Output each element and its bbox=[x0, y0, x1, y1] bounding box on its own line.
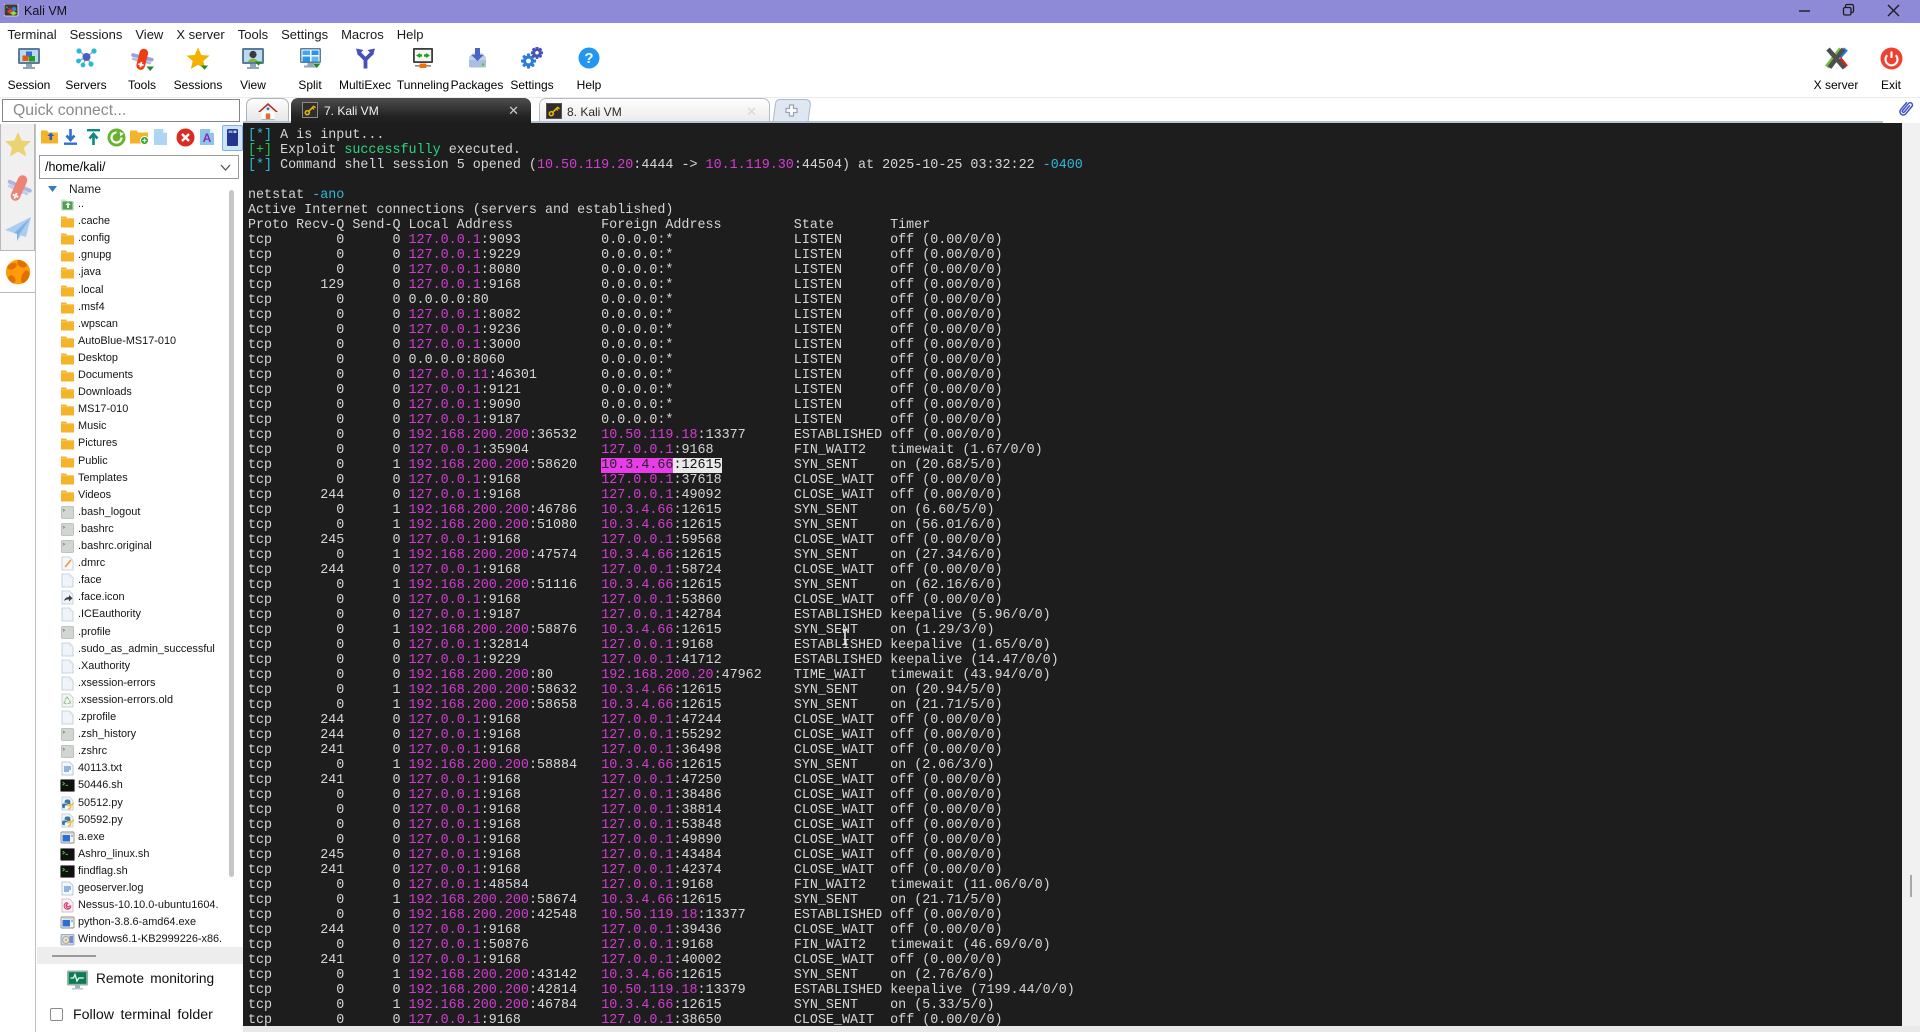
svg-text:A: A bbox=[203, 131, 212, 145]
svg-text:?: ? bbox=[584, 50, 593, 67]
